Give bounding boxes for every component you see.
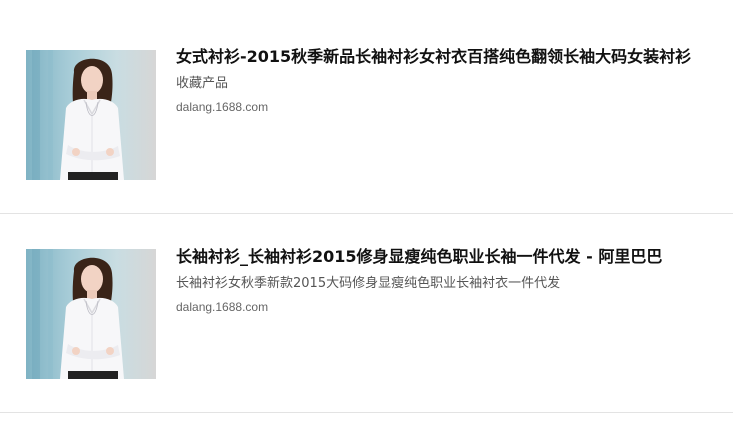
product-thumbnail[interactable] [26,50,156,180]
product-photo-icon [26,249,156,379]
search-result: 女式衬衫-2015秋季新品长袖衬衫女衬衣百搭纯色翻领长袖大码女装衬衫 收藏产品 … [0,0,733,214]
result-url[interactable]: dalang.1688.com [176,100,268,114]
result-description: 收藏产品 [176,76,229,91]
result-description: 长袖衬衫女秋季新款2015大码修身显瘦纯色职业长袖衬衣一件代发 [176,276,561,291]
result-title-link[interactable]: 女式衬衫-2015秋季新品长袖衬衫女衬衣百搭纯色翻领长袖大码女装衬衫 [176,47,691,67]
divider [0,412,733,413]
result-title-link[interactable]: 长袖衬衫_长袖衬衫2015修身显瘦纯色职业长袖一件代发 - 阿里巴巴 [176,247,662,267]
search-result: 长袖衬衫_长袖衬衫2015修身显瘦纯色职业长袖一件代发 - 阿里巴巴 长袖衬衫女… [0,200,733,413]
result-url[interactable]: dalang.1688.com [176,300,268,314]
product-thumbnail[interactable] [26,249,156,379]
product-photo-icon [26,50,156,180]
